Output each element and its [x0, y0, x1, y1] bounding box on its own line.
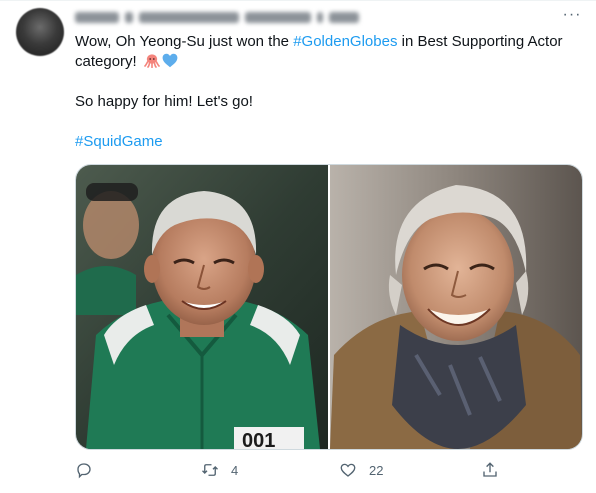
like-count: 22: [369, 462, 384, 478]
more-options-icon[interactable]: ···: [562, 7, 582, 26]
reply-icon: [77, 463, 91, 479]
top-divider: [0, 0, 596, 1]
tweet-text-second-line: So happy for him! Let's go!: [75, 93, 253, 110]
retweet-icon: [202, 464, 218, 476]
hashtag-squidgame-link[interactable]: #SquidGame: [75, 133, 163, 150]
photo-left[interactable]: 001: [76, 165, 328, 449]
share-button[interactable]: [481, 458, 511, 482]
media-grid: 001: [75, 164, 583, 450]
heart-icon: [340, 463, 356, 477]
retweet-count: 4: [231, 462, 239, 478]
share-icon: [483, 462, 497, 477]
user-avatar[interactable]: [16, 8, 64, 56]
tweet-text: Wow, Oh Yeong-Su just won the #GoldenGlo…: [75, 32, 575, 152]
tweet-actions: 4 22: [75, 458, 497, 482]
blue-heart-emoji-icon: [162, 53, 178, 68]
svg-text:001: 001: [242, 430, 275, 449]
octopus-emoji-icon: [144, 54, 160, 68]
like-button[interactable]: 22: [339, 458, 383, 482]
reply-button[interactable]: [75, 458, 105, 482]
tweet-text-part: Wow, Oh Yeong-Su just won the: [75, 33, 294, 50]
author-name-blurred[interactable]: [75, 10, 371, 24]
retweet-button[interactable]: 4: [201, 458, 238, 482]
hashtag-goldenglobes-link[interactable]: #GoldenGlobes: [293, 33, 397, 50]
photo-right[interactable]: [330, 165, 582, 449]
